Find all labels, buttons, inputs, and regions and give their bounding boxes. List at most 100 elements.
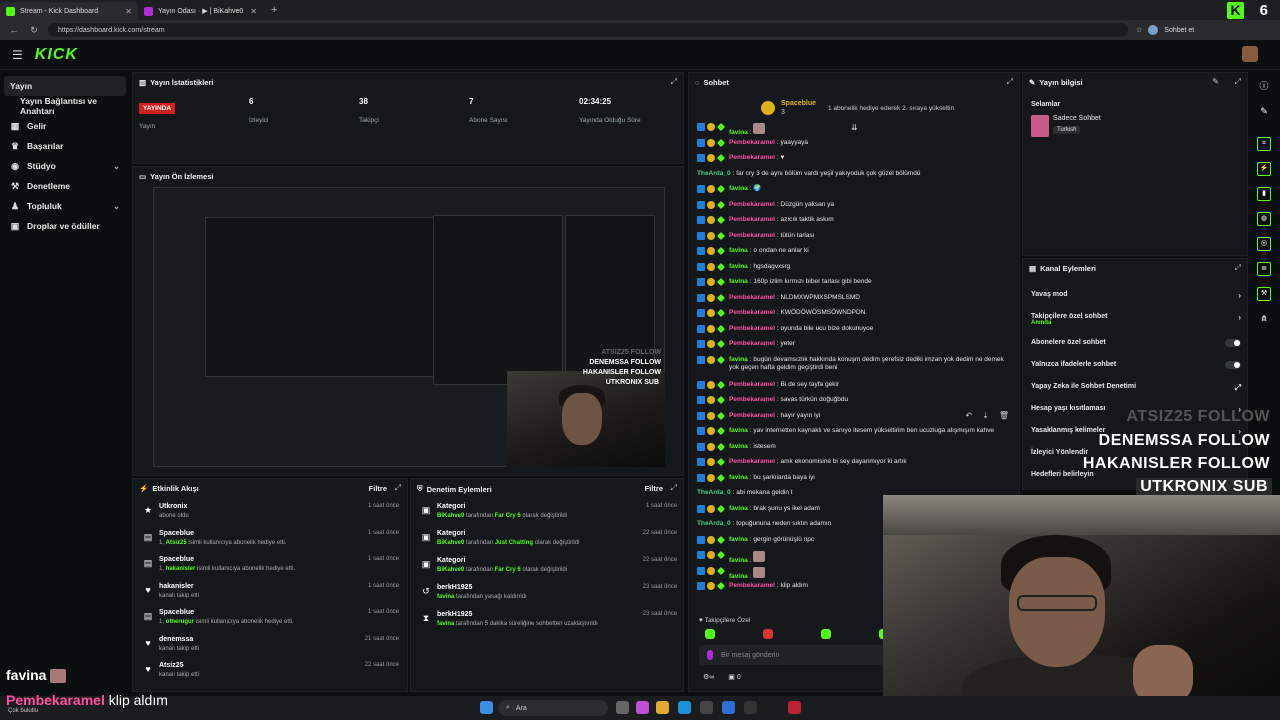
sidebar-item-droplar[interactable]: ▣ Droplar ve ödüller: [0, 216, 130, 236]
chat-username[interactable]: favina: [729, 536, 748, 543]
chat-username[interactable]: Pembekaramel: [729, 216, 775, 223]
points-counter[interactable]: ▣ 0: [728, 673, 740, 681]
chat-username[interactable]: favina: [729, 427, 748, 434]
star-icon[interactable]: ☆: [1136, 26, 1142, 34]
chat-username[interactable]: favina: [729, 573, 748, 580]
filter-button[interactable]: Filtre: [645, 484, 663, 493]
chat-username[interactable]: Pembekaramel: [729, 325, 775, 332]
activity-user[interactable]: Spaceblue: [159, 530, 194, 537]
stream-preview-video[interactable]: ATSIZ25 FOLLOW DENEMSSA FOLLOW HAKANISLE…: [153, 187, 665, 467]
chat-username[interactable]: Pembekaramel: [729, 458, 775, 465]
chat-message[interactable]: Pembekaramel: amk ekonomisine bi sey day…: [697, 458, 1015, 474]
share-icon[interactable]: ⋔: [1257, 312, 1271, 326]
emote-icon[interactable]: [763, 629, 773, 639]
chat-message[interactable]: favina:: [697, 123, 1015, 139]
channel-action-item[interactable]: Yavaş mod ›: [1031, 291, 1241, 300]
toggle-switch[interactable]: [1225, 361, 1241, 369]
chat-message[interactable]: favina: o ondan ne anlar ki: [697, 247, 1015, 263]
chat-username[interactable]: Pembekaramel: [729, 139, 775, 146]
toggle-switch[interactable]: [1225, 339, 1241, 347]
broadcast-icon[interactable]: ◎: [1257, 237, 1271, 251]
store-icon[interactable]: [700, 701, 713, 714]
chat-bubble-icon[interactable]: ◍: [1257, 212, 1271, 226]
profile-avatar[interactable]: [1148, 25, 1159, 35]
close-tab-icon[interactable]: ✕: [250, 7, 257, 16]
expand-icon[interactable]: ⤢: [1007, 77, 1013, 87]
chat-message[interactable]: Pembekaramel: tütün tarlası: [697, 231, 1015, 248]
app-icon[interactable]: [788, 701, 801, 714]
sidebar-item-topluluk[interactable]: ♟ Topluluk ⌄: [0, 196, 130, 216]
chat-username[interactable]: Pembekaramel: [729, 396, 775, 403]
activity-user[interactable]: Spaceblue: [159, 609, 194, 616]
chat-message[interactable]: favina: yav internetten kaynaklı ve sanı…: [697, 427, 1015, 443]
expand-icon[interactable]: ⤢: [671, 77, 677, 87]
new-tab-icon[interactable]: +: [271, 4, 277, 16]
chat-username[interactable]: Pembekaramel: [729, 201, 775, 208]
moderation-title[interactable]: berkH1925: [437, 584, 472, 591]
edit-icon[interactable]: ✎: [1212, 77, 1219, 86]
user-avatar[interactable]: [1242, 46, 1258, 62]
filter-button[interactable]: Filtre: [369, 484, 387, 493]
list-icon[interactable]: ≣: [1257, 262, 1271, 276]
chat-message[interactable]: Pembekaramel: KWÖDÖWÖSMSÖWNDPDN: [697, 309, 1015, 325]
chat-username[interactable]: favina: [729, 356, 748, 363]
chat-username[interactable]: Pembekaramel: [729, 412, 775, 419]
clip-icon[interactable]: ⌗: [1257, 137, 1271, 151]
sidebar-item-studyo[interactable]: ◉ Stüdyo ⌄: [0, 156, 130, 176]
chat-username[interactable]: favina: [729, 185, 748, 192]
channel-action-item[interactable]: Takipçilere özel sohbet Anında ›: [1031, 313, 1241, 326]
reply-icon[interactable]: ↶: [965, 411, 972, 420]
task-view-icon[interactable]: [616, 701, 629, 714]
edge-icon[interactable]: [678, 701, 691, 714]
file-explorer-icon[interactable]: [656, 701, 669, 714]
bolt-icon[interactable]: ⚡: [1257, 162, 1271, 176]
chat-message[interactable]: favina: hgsdagvxsrg: [697, 262, 1015, 279]
channel-action-item[interactable]: Yalnızca ifadelerle sohbet: [1031, 361, 1241, 369]
expand-icon[interactable]: ⤢: [1235, 263, 1241, 273]
chat-username[interactable]: Pembekaramel: [729, 582, 775, 589]
delete-icon[interactable]: 🗑: [999, 411, 1009, 420]
chat-username[interactable]: TheArda_0: [697, 170, 731, 177]
chat-message[interactable]: Pembekaramel: yeter: [697, 340, 1015, 356]
sidebar-item-stream-key[interactable]: Yayın Bağlantısı ve Anahtarı: [0, 96, 130, 116]
chat-username[interactable]: favina: [729, 247, 748, 254]
chat-message[interactable]: Pembekaramel: yaayyaya: [697, 138, 1015, 155]
chat-message[interactable]: TheArda_0: far cry 3 de aynı bölüm vardı…: [697, 170, 1015, 186]
chat-username[interactable]: favina: [729, 557, 748, 564]
chat-message[interactable]: Pembekaramel: azıcık taktik askım: [697, 216, 1015, 232]
chat-username[interactable]: Pembekaramel: [729, 309, 775, 316]
reload-icon[interactable]: ↻: [28, 25, 40, 36]
sidebar-item-denetleme[interactable]: ⚒ Denetleme: [0, 176, 130, 196]
back-icon[interactable]: ←: [8, 25, 20, 35]
expand-icon[interactable]: ⤢: [1235, 77, 1241, 87]
chat-message[interactable]: Pembekaramel: Düzgün yaksan ya: [697, 200, 1015, 217]
activity-user[interactable]: Utkronix: [159, 503, 187, 510]
chat-message[interactable]: favina: istesem: [697, 442, 1015, 459]
expand-icon[interactable]: ⤢: [395, 483, 401, 493]
activity-user[interactable]: hakanisler: [159, 583, 194, 590]
sidebar-item-basarilar[interactable]: ♛ Başarılar: [0, 136, 130, 156]
activity-user[interactable]: Atsiz25: [159, 662, 184, 669]
chat-message[interactable]: favina: 🌍: [697, 185, 1015, 201]
chat-username[interactable]: Pembekaramel: [729, 294, 775, 301]
browser-tab-stream-room[interactable]: Yayın Odası · ▶ | BiKahve0 ✕: [138, 2, 263, 20]
windows-start-icon[interactable]: [480, 701, 493, 714]
chat-username[interactable]: Pembekaramel: [729, 154, 775, 161]
chat-username[interactable]: Pembekaramel: [729, 381, 775, 388]
file-icon[interactable]: ▮: [1257, 187, 1271, 201]
chat-username[interactable]: favina: [729, 505, 748, 512]
chat-username[interactable]: Pembekaramel: [729, 340, 775, 347]
moderation-title[interactable]: Kategori: [437, 503, 465, 510]
moderation-title[interactable]: berkH1925: [437, 611, 472, 618]
obs-icon[interactable]: [744, 701, 757, 714]
chat-username[interactable]: favina: [729, 474, 748, 481]
close-tab-icon[interactable]: ✕: [125, 7, 132, 16]
emote-icon[interactable]: [821, 629, 831, 639]
channel-action-item[interactable]: Abonelere özel sohbet: [1031, 339, 1241, 347]
moderation-title[interactable]: Kategori: [437, 557, 465, 564]
pencil-icon[interactable]: ✎: [1257, 105, 1271, 119]
pinned-gifter[interactable]: Spaceblue 3 1 abonelik hediye ederek 2. …: [761, 99, 954, 117]
sidebar-item-gelir[interactable]: ▦ Gelir: [0, 116, 130, 136]
settings-icon[interactable]: ⚙∞: [703, 673, 714, 681]
chat-message[interactable]: Pembekaramel: oyunda bile ucu bize dokun…: [697, 324, 1015, 341]
